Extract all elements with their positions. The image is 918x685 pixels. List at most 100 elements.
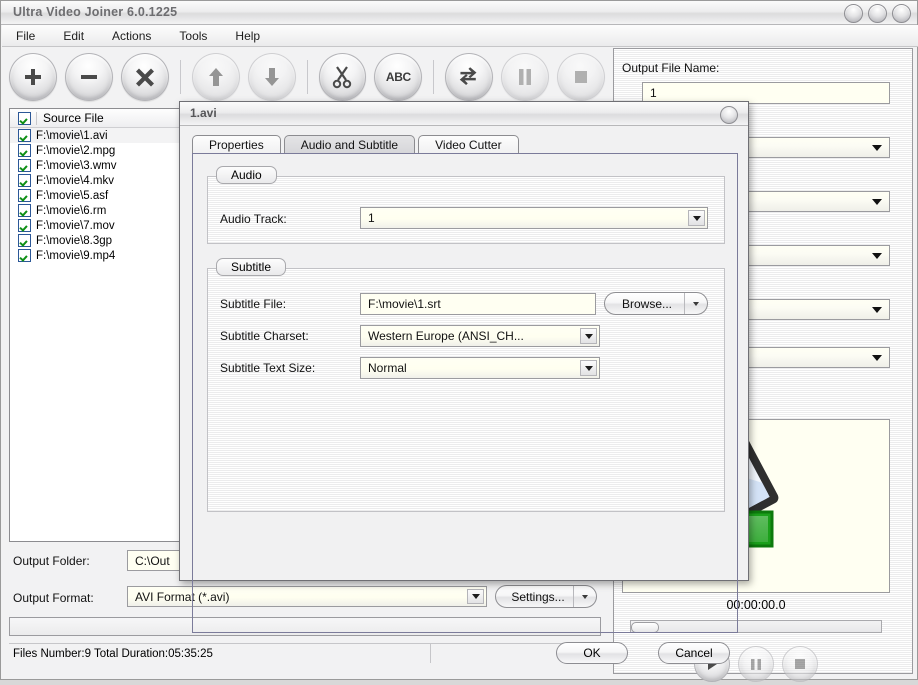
status-text: Files Number:9 Total Duration:05:35:25 [9, 644, 431, 663]
chevron-down-icon[interactable] [688, 210, 705, 226]
list-item[interactable]: F:\movie\5.asf [10, 188, 184, 203]
preview-pause-button[interactable] [738, 646, 774, 682]
clear-list-button[interactable] [121, 53, 169, 101]
list-item[interactable]: F:\movie\4.mkv [10, 173, 184, 188]
cut-button[interactable] [319, 53, 367, 101]
close-icon[interactable] [892, 4, 911, 23]
toolbar-separator [433, 60, 434, 94]
remove-file-button[interactable] [65, 53, 113, 101]
chevron-down-icon[interactable] [872, 145, 882, 151]
list-item-label: F:\movie\3.wmv [36, 160, 117, 172]
menu-tools[interactable]: Tools [165, 27, 221, 45]
join-button[interactable] [445, 53, 493, 101]
output-file-name-label: Output File Name: [622, 61, 719, 75]
subtitle-charset-combo[interactable]: Western Europe (ANSI_CH... [360, 325, 600, 347]
output-format-label: Output Format: [13, 591, 94, 605]
subtitle-button[interactable]: ABC [374, 53, 422, 101]
list-item[interactable]: F:\movie\7.mov [10, 218, 184, 233]
row-checkbox[interactable] [18, 129, 31, 142]
tab-video-cutter[interactable]: Video Cutter [418, 135, 519, 154]
maximize-icon[interactable] [868, 4, 887, 23]
row-checkbox[interactable] [18, 219, 31, 232]
row-checkbox[interactable] [18, 189, 31, 202]
pause-button[interactable] [501, 53, 549, 101]
audio-track-combo[interactable]: 1 [360, 207, 708, 229]
menu-edit[interactable]: Edit [49, 27, 98, 45]
cancel-button[interactable]: Cancel [658, 642, 730, 664]
row-checkbox[interactable] [18, 249, 31, 262]
abc-icon: ABC [386, 70, 411, 84]
application-window: Ultra Video Joiner 6.0.1225 File Edit Ac… [0, 0, 918, 680]
row-checkbox[interactable] [18, 159, 31, 172]
chevron-down-icon[interactable] [872, 307, 882, 313]
dialog-title: 1.avi [190, 106, 217, 120]
subtitle-textsize-value: Normal [368, 361, 407, 375]
chevron-down-icon[interactable] [872, 199, 882, 205]
list-item-label: F:\movie\8.3gp [36, 235, 112, 247]
select-all-checkbox[interactable] [18, 112, 31, 125]
list-item[interactable]: F:\movie\9.mp4 [10, 248, 184, 263]
dialog-tab-panel: Audio Audio Track: 1 Subtitle Subtitle F… [192, 153, 738, 633]
audio-subtitle-dialog: 1.avi Properties Audio and Subtitle Vide… [179, 101, 749, 581]
list-rows: F:\movie\1.avi F:\movie\2.mpg F:\movie\3… [10, 128, 184, 263]
audio-groupbox: Audio Audio Track: 1 [207, 176, 725, 244]
subtitle-file-label: Subtitle File: [220, 297, 286, 311]
source-file-list[interactable]: Source File F:\movie\1.avi F:\movie\2.mp… [9, 108, 185, 542]
status-bar: Files Number:9 Total Duration:05:35:25 [9, 643, 601, 663]
list-item[interactable]: F:\movie\8.3gp [10, 233, 184, 248]
list-item[interactable]: F:\movie\6.rm [10, 203, 184, 218]
list-item[interactable]: F:\movie\2.mpg [10, 143, 184, 158]
row-checkbox[interactable] [18, 234, 31, 247]
move-down-button[interactable] [248, 53, 296, 101]
menu-file[interactable]: File [2, 27, 49, 45]
menu-actions[interactable]: Actions [98, 27, 165, 45]
ok-button[interactable]: OK [556, 642, 628, 664]
list-item-label: F:\movie\6.rm [36, 205, 106, 217]
subtitle-textsize-combo[interactable]: Normal [360, 357, 600, 379]
tab-properties[interactable]: Properties [192, 135, 281, 154]
header-divider [36, 112, 37, 125]
dialog-tabs: Properties Audio and Subtitle Video Cutt… [192, 134, 738, 154]
list-item-label: F:\movie\9.mp4 [36, 250, 115, 262]
dialog-close-icon[interactable] [720, 106, 738, 124]
stop-button[interactable] [557, 53, 605, 101]
toolbar-separator [307, 60, 308, 94]
chevron-down-icon[interactable] [580, 328, 597, 344]
subtitle-textsize-label: Subtitle Text Size: [220, 361, 315, 375]
audio-track-label: Audio Track: [220, 212, 287, 226]
row-checkbox[interactable] [18, 174, 31, 187]
list-item-label: F:\movie\4.mkv [36, 175, 114, 187]
browse-dropdown-icon[interactable] [684, 293, 707, 314]
subtitle-group-title: Subtitle [216, 258, 286, 276]
menubar: File Edit Actions Tools Help [2, 25, 918, 47]
browse-button[interactable]: Browse... [604, 292, 708, 315]
list-header: Source File [10, 109, 184, 128]
subtitle-groupbox: Subtitle Subtitle File: F:\movie\1.srt B… [207, 268, 725, 512]
window-title: Ultra Video Joiner 6.0.1225 [13, 5, 177, 19]
browse-label: Browse... [622, 297, 672, 311]
toolbar: ABC [5, 48, 609, 106]
window-titlebar: Ultra Video Joiner 6.0.1225 [1, 1, 917, 25]
output-folder-label: Output Folder: [13, 554, 90, 568]
list-item[interactable]: F:\movie\1.avi [10, 128, 184, 143]
list-item-label: F:\movie\1.avi [36, 130, 108, 142]
chevron-down-icon[interactable] [872, 355, 882, 361]
minimize-icon[interactable] [844, 4, 863, 23]
add-file-button[interactable] [9, 53, 57, 101]
list-item[interactable]: F:\movie\3.wmv [10, 158, 184, 173]
audio-track-value: 1 [368, 211, 375, 225]
preview-stop-button[interactable] [782, 646, 818, 682]
list-item-label: F:\movie\5.asf [36, 190, 108, 202]
chevron-down-icon[interactable] [580, 360, 597, 376]
list-item-label: F:\movie\7.mov [36, 220, 115, 232]
tab-audio-and-subtitle[interactable]: Audio and Subtitle [284, 135, 415, 154]
menu-help[interactable]: Help [221, 27, 274, 45]
subtitle-charset-label: Subtitle Charset: [220, 329, 309, 343]
window-controls [844, 4, 911, 23]
subtitle-charset-value: Western Europe (ANSI_CH... [368, 329, 524, 343]
row-checkbox[interactable] [18, 204, 31, 217]
move-up-button[interactable] [192, 53, 240, 101]
row-checkbox[interactable] [18, 144, 31, 157]
chevron-down-icon[interactable] [872, 253, 882, 259]
subtitle-file-input[interactable]: F:\movie\1.srt [360, 293, 596, 315]
